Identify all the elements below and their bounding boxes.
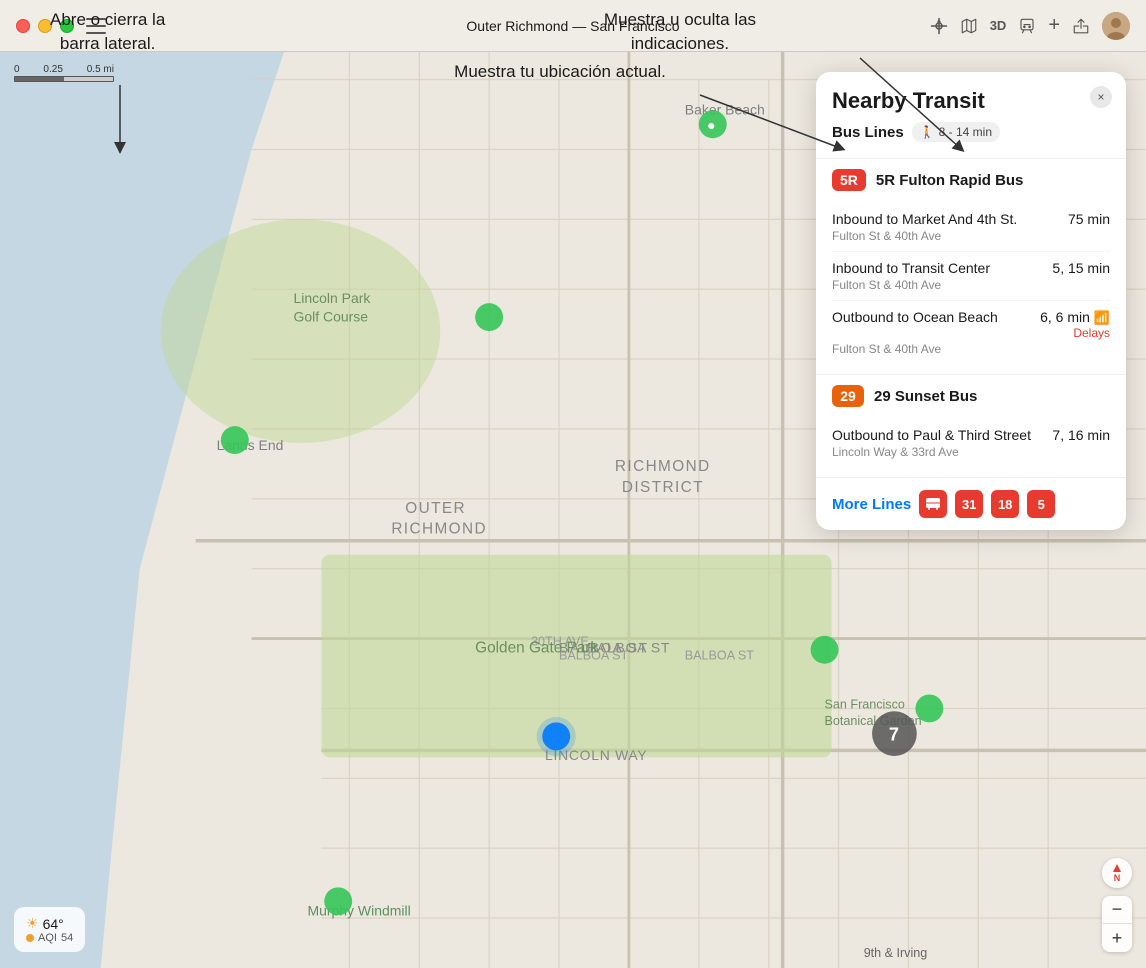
route-entry-2[interactable]: Inbound to Transit Center 5, 15 min Fult… xyxy=(832,252,1110,301)
close-button[interactable] xyxy=(16,19,30,33)
map-scale: 0 0.25 0.5 mi xyxy=(14,64,114,82)
svg-text:RICHMOND: RICHMOND xyxy=(391,521,487,538)
route-destination-3: Outbound to Ocean Beach xyxy=(832,309,1040,325)
svg-text:Lincoln Park: Lincoln Park xyxy=(293,290,370,306)
route-stop-29-1: Lincoln Way & 33rd Ave xyxy=(832,445,1110,459)
panel-close-button[interactable]: × xyxy=(1090,86,1112,108)
window-title: Outer Richmond — San Francisco xyxy=(466,18,679,34)
route-29-section: 29 29 Sunset Bus Outbound to Paul & Thir… xyxy=(816,375,1126,478)
weather-temperature: ☀ 64° xyxy=(26,915,73,932)
svg-text:Baker Beach: Baker Beach xyxy=(685,101,765,117)
transit-panel: × Nearby Transit Bus Lines 🚶 8 - 14 min … xyxy=(816,72,1126,530)
svg-text:7: 7 xyxy=(889,725,899,745)
route-stop-2: Fulton St & 40th Ave xyxy=(832,278,1110,292)
svg-text:San Francisco: San Francisco xyxy=(825,697,905,711)
titlebar: Outer Richmond — San Francisco 3D + xyxy=(0,0,1146,52)
route-5r-badge: 5R xyxy=(832,169,866,191)
bus-icon-badge xyxy=(919,490,947,518)
scale-label-025: 0.25 xyxy=(43,64,62,75)
route-destination-2: Inbound to Transit Center xyxy=(832,260,1052,276)
location-button[interactable] xyxy=(930,17,948,35)
sun-icon: ☀ xyxy=(26,915,39,932)
compass-arrow-icon xyxy=(1113,864,1121,872)
svg-text:DISTRICT: DISTRICT xyxy=(622,479,704,496)
aqi-dot-icon xyxy=(26,934,34,942)
more-lines-label: More Lines xyxy=(832,496,911,513)
share-button[interactable] xyxy=(1072,17,1090,35)
aqi-label: AQI xyxy=(38,932,57,944)
route-time-1: 75 min xyxy=(1068,211,1110,227)
three-d-button[interactable]: 3D xyxy=(990,18,1007,33)
route-29-name: 29 Sunset Bus xyxy=(874,388,977,405)
scale-label-05: 0.5 mi xyxy=(87,64,114,75)
transit-button[interactable] xyxy=(1018,17,1036,35)
toolbar-right: 3D + xyxy=(930,12,1130,40)
weather-aqi: AQI 54 xyxy=(26,932,73,944)
minimize-button[interactable] xyxy=(38,19,52,33)
route-5r-header: 5R 5R Fulton Rapid Bus xyxy=(832,169,1110,191)
compass-north-label: N xyxy=(1114,873,1121,883)
traffic-lights xyxy=(16,19,74,33)
svg-text:●: ● xyxy=(707,117,715,133)
route-time-delay-3: 6, 6 min 📶 Delays xyxy=(1040,309,1110,340)
svg-text:Golf Course: Golf Course xyxy=(293,308,368,324)
map-button[interactable] xyxy=(960,17,978,35)
svg-text:BALBOA ST: BALBOA ST xyxy=(685,649,754,663)
svg-text:RICHMOND: RICHMOND xyxy=(615,458,711,475)
zoom-out-button[interactable]: − xyxy=(1102,896,1132,924)
more-lines-row[interactable]: More Lines 31 18 5 xyxy=(816,478,1126,530)
route-entry-29-1[interactable]: Outbound to Paul & Third Street 7, 16 mi… xyxy=(832,419,1110,467)
aqi-value: 54 xyxy=(61,932,73,944)
route-entry-1[interactable]: Inbound to Market And 4th St. 75 min Ful… xyxy=(832,203,1110,252)
panel-title: Nearby Transit xyxy=(832,88,1110,114)
panel-subtitle-row: Bus Lines 🚶 8 - 14 min xyxy=(832,122,1110,142)
scale-label-0: 0 xyxy=(14,64,20,75)
route-5r-name: 5R Fulton Rapid Bus xyxy=(876,172,1024,189)
more-line-5-badge[interactable]: 5 xyxy=(1027,490,1055,518)
sidebar-toggle-button[interactable] xyxy=(86,18,106,34)
weather-widget: ☀ 64° AQI 54 xyxy=(14,907,85,952)
panel-subtitle: Bus Lines xyxy=(832,124,904,141)
delay-text-3: Delays xyxy=(1073,326,1110,340)
walk-time-badge: 🚶 8 - 14 min xyxy=(912,122,1000,142)
route-entry-3[interactable]: Outbound to Ocean Beach 6, 6 min 📶 Delay… xyxy=(832,301,1110,364)
route-stop-1: Fulton St & 40th Ave xyxy=(832,229,1110,243)
map-controls: N − + xyxy=(1102,858,1132,952)
more-line-31-badge[interactable]: 31 xyxy=(955,490,983,518)
user-avatar[interactable] xyxy=(1102,12,1130,40)
svg-text:9th & Irving: 9th & Irving xyxy=(864,946,928,960)
walking-icon: 🚶 xyxy=(920,125,935,139)
route-5r-section: 5R 5R Fulton Rapid Bus Inbound to Market… xyxy=(816,159,1126,375)
route-stop-3: Fulton St & 40th Ave xyxy=(832,342,1110,356)
route-29-header: 29 29 Sunset Bus xyxy=(832,385,1110,407)
add-button[interactable]: + xyxy=(1048,14,1060,37)
route-time-3: 6, 6 min 📶 xyxy=(1040,309,1110,326)
svg-text:OUTER: OUTER xyxy=(405,500,466,517)
svg-text:Murphy Windmill: Murphy Windmill xyxy=(307,902,410,918)
route-destination-29-1: Outbound to Paul & Third Street xyxy=(832,427,1052,443)
route-29-badge: 29 xyxy=(832,385,864,407)
maximize-button[interactable] xyxy=(60,19,74,33)
walk-time: 8 - 14 min xyxy=(939,125,992,139)
panel-header: × Nearby Transit Bus Lines 🚶 8 - 14 min xyxy=(816,72,1126,158)
zoom-in-button[interactable]: + xyxy=(1102,924,1132,952)
svg-text:Golden Gate Park: Golden Gate Park xyxy=(475,640,598,657)
map-container[interactable]: Golden Gate Baker Beach Presidio Golf Co… xyxy=(0,52,1146,968)
route-destination-1: Inbound to Market And 4th St. xyxy=(832,211,1068,227)
more-line-18-badge[interactable]: 18 xyxy=(991,490,1019,518)
route-time-29-1: 7, 16 min xyxy=(1052,427,1110,443)
scale-bar xyxy=(14,76,114,82)
compass[interactable]: N xyxy=(1102,858,1132,888)
zoom-controls: − + xyxy=(1102,896,1132,952)
route-time-2: 5, 15 min xyxy=(1052,260,1110,276)
